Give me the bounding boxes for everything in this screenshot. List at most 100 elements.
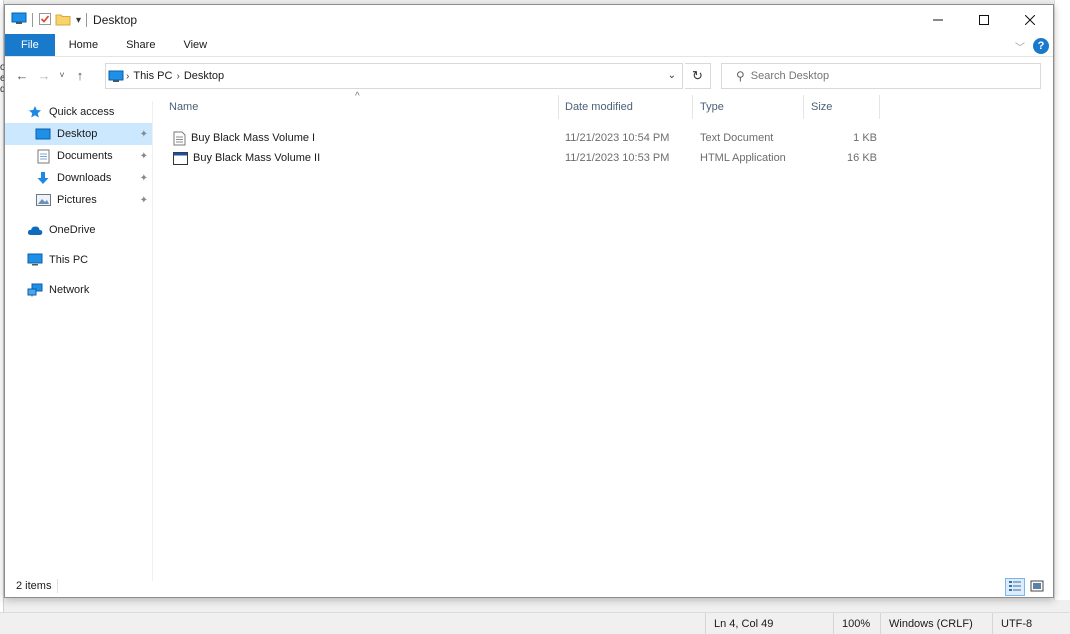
file-explorer-window: ▾ Desktop File Home Share View ﹀ ? ← → ˅ <box>4 4 1054 598</box>
sidebar-item-network[interactable]: Network <box>5 279 152 301</box>
recent-locations-chevron-icon[interactable]: ˅ <box>55 70 69 80</box>
line-endings: Windows (CRLF) <box>880 613 992 634</box>
sidebar-item-label: This PC <box>49 254 89 266</box>
sidebar-item-label: Quick access <box>49 106 115 118</box>
sidebar-item-label: Network <box>49 284 90 296</box>
sidebar-item-downloads[interactable]: Downloads ✦ <box>5 167 152 189</box>
sidebar-item-label: Desktop <box>57 128 98 140</box>
sidebar-item-documents[interactable]: Documents ✦ <box>5 145 152 167</box>
hta-file-icon <box>173 151 188 165</box>
file-size: 1 KB <box>853 132 877 144</box>
encoding: UTF-8 <box>992 613 1070 634</box>
search-icon: ⚲ <box>736 69 745 83</box>
sidebar-item-label: Pictures <box>57 194 97 206</box>
column-divider[interactable] <box>879 95 880 119</box>
tab-view[interactable]: View <box>169 34 221 56</box>
monitor-icon[interactable] <box>11 12 27 28</box>
large-icons-view-button[interactable] <box>1027 578 1047 596</box>
background-editor-statusbar: Ln 4, Col 49 100% Windows (CRLF) UTF-8 <box>0 612 1070 634</box>
text-file-icon <box>173 131 186 146</box>
minimize-button[interactable] <box>915 5 961 35</box>
file-row[interactable]: Buy Black Mass Volume II 11/21/2023 10:5… <box>155 148 1053 168</box>
help-icon[interactable]: ? <box>1033 38 1049 54</box>
quick-access-toolbar: ▾ <box>11 12 89 29</box>
file-type: HTML Application <box>700 152 786 164</box>
file-name: Buy Black Mass Volume II <box>193 152 321 164</box>
cloud-icon <box>27 222 43 238</box>
details-view-button[interactable] <box>1005 578 1025 596</box>
search-input[interactable] <box>750 70 1031 82</box>
file-name-cell: Buy Black Mass Volume I <box>173 128 315 148</box>
column-header-date-modified[interactable]: Date modified <box>551 93 684 121</box>
breadcrumb-separator-icon: › <box>126 70 130 82</box>
refresh-icon: ↻ <box>692 68 703 83</box>
column-header-name[interactable]: Name <box>155 93 557 121</box>
tab-share[interactable]: Share <box>112 34 169 56</box>
sidebar-item-onedrive[interactable]: OneDrive <box>5 219 152 241</box>
pin-icon[interactable]: ✦ <box>140 195 148 206</box>
zoom-level: 100% <box>833 613 879 634</box>
ribbon-right-controls: ﹀ ? <box>1015 38 1049 54</box>
sidebar-item-desktop[interactable]: Desktop ✦ <box>5 123 152 145</box>
address-bar[interactable]: › This PC › Desktop ⌄ <box>105 63 683 89</box>
large-icons-view-icon <box>1030 580 1044 595</box>
title-bar: ▾ Desktop <box>5 5 1053 35</box>
tab-file[interactable]: File <box>5 34 55 56</box>
file-row[interactable]: Buy Black Mass Volume I 11/21/2023 10:54… <box>155 128 1053 148</box>
file-date: 11/21/2023 10:53 PM <box>565 152 670 164</box>
column-header-type[interactable]: Type <box>686 93 798 121</box>
item-count: 2 items <box>16 579 59 593</box>
pin-icon[interactable]: ✦ <box>140 173 148 184</box>
refresh-button[interactable]: ↻ <box>685 63 711 89</box>
breadcrumb-separator-icon: › <box>176 70 180 82</box>
properties-icon[interactable] <box>38 12 52 29</box>
details-view-icon <box>1008 580 1022 595</box>
sidebar-item-label: OneDrive <box>49 224 96 236</box>
sidebar-item-label: Downloads <box>57 172 112 184</box>
documents-icon <box>35 148 51 164</box>
navigation-pane: Quick access Desktop ✦ Documents ✦ Downl… <box>5 101 153 581</box>
cursor-position: Ln 4, Col 49 <box>705 613 827 634</box>
up-arrow-icon[interactable]: ↑ <box>69 68 91 83</box>
maximize-button[interactable] <box>961 5 1007 35</box>
close-button[interactable] <box>1007 5 1053 35</box>
tab-home[interactable]: Home <box>55 34 112 56</box>
desktop-icon <box>35 126 51 142</box>
pictures-icon <box>35 192 51 208</box>
customize-toolbar-dropdown-icon[interactable]: ▾ <box>76 15 81 26</box>
ribbon-tabs: File Home Share View ﹀ ? <box>5 34 1053 57</box>
breadcrumb-this-pc[interactable]: This PC <box>133 70 172 82</box>
star-icon <box>27 104 43 120</box>
computer-icon <box>27 252 43 268</box>
address-dropdown-icon[interactable]: ⌄ <box>668 70 676 81</box>
window-title: Desktop <box>93 13 138 27</box>
navigation-bar: ← → ˅ ↑ › This PC › Desktop ⌄ ↻ ⚲ <box>5 61 1053 89</box>
this-pc-icon <box>108 70 124 83</box>
back-arrow-icon[interactable]: ← <box>11 68 33 83</box>
pin-icon[interactable]: ✦ <box>140 129 148 140</box>
toolbar-separator <box>32 13 33 27</box>
new-folder-icon[interactable] <box>55 12 71 29</box>
sidebar-item-label: Documents <box>57 150 113 162</box>
column-header-size[interactable]: Size <box>797 93 875 121</box>
network-icon <box>27 282 43 298</box>
downloads-icon <box>35 170 51 186</box>
search-box[interactable]: ⚲ <box>721 63 1041 89</box>
status-bar: 2 items <box>5 575 1053 597</box>
sidebar-item-quick-access[interactable]: Quick access <box>5 101 152 123</box>
background-editor-right <box>1054 0 1070 600</box>
breadcrumb-desktop[interactable]: Desktop <box>184 70 224 82</box>
file-type: Text Document <box>700 132 774 144</box>
file-list: ^ Name Date modified Type Size Buy Black… <box>155 91 1053 583</box>
sidebar-item-this-pc[interactable]: This PC <box>5 249 152 271</box>
sidebar-item-pictures[interactable]: Pictures ✦ <box>5 189 152 211</box>
toolbar-separator <box>86 13 88 27</box>
file-size: 16 KB <box>847 152 877 164</box>
forward-arrow-icon[interactable]: → <box>33 68 55 83</box>
pin-icon[interactable]: ✦ <box>140 151 148 162</box>
window-controls <box>915 5 1053 35</box>
file-date: 11/21/2023 10:54 PM <box>565 132 670 144</box>
view-toggle <box>1005 578 1047 596</box>
expand-ribbon-chevron-icon[interactable]: ﹀ <box>1015 39 1025 54</box>
file-name: Buy Black Mass Volume I <box>191 132 316 144</box>
